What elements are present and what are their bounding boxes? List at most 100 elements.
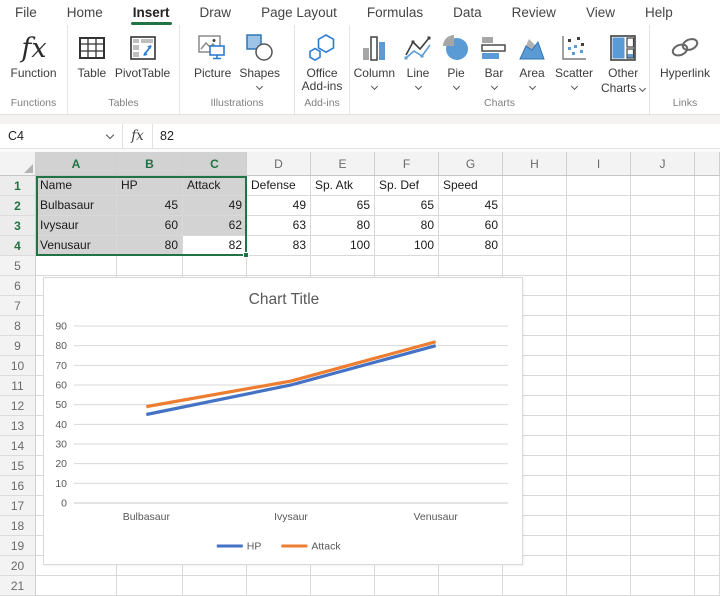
row-header-18[interactable]: 18	[0, 516, 36, 536]
cell-G3[interactable]: 60	[439, 216, 503, 236]
cell-J16[interactable]	[631, 476, 695, 496]
row-header-1[interactable]: 1	[0, 176, 36, 196]
cell-I4[interactable]	[567, 236, 631, 256]
cell-I8[interactable]	[567, 316, 631, 336]
row-header-15[interactable]: 15	[0, 456, 36, 476]
cell-K14[interactable]	[695, 436, 720, 456]
cell-I13[interactable]	[567, 416, 631, 436]
cell-D4[interactable]: 83	[247, 236, 311, 256]
tab-draw[interactable]: Draw	[185, 0, 247, 25]
cell-G2[interactable]: 45	[439, 196, 503, 216]
cell-I10[interactable]	[567, 356, 631, 376]
cell-J4[interactable]	[631, 236, 695, 256]
cell-A5[interactable]	[36, 256, 117, 276]
cell-C4[interactable]: 82	[183, 236, 247, 256]
cell-B1[interactable]: HP	[117, 176, 183, 196]
column-header-D[interactable]: D	[247, 152, 311, 176]
cell-F21[interactable]	[375, 576, 439, 596]
cell-H3[interactable]	[503, 216, 567, 236]
cell-I9[interactable]	[567, 336, 631, 356]
cell-I1[interactable]	[567, 176, 631, 196]
cell-D3[interactable]: 63	[247, 216, 311, 236]
cell-H1[interactable]	[503, 176, 567, 196]
cell-C2[interactable]: 49	[183, 196, 247, 216]
row-header-7[interactable]: 7	[0, 296, 36, 316]
cell-K7[interactable]	[695, 296, 720, 316]
embedded-chart[interactable]: Chart Title0102030405060708090BulbasaurI…	[43, 277, 523, 565]
row-header-4[interactable]: 4	[0, 236, 36, 256]
cell-K3[interactable]	[695, 216, 720, 236]
name-box-chevron-icon[interactable]	[106, 130, 114, 138]
row-header-8[interactable]: 8	[0, 316, 36, 336]
cell-I2[interactable]	[567, 196, 631, 216]
cell-K17[interactable]	[695, 496, 720, 516]
function-button[interactable]: fx Function	[6, 31, 60, 80]
cell-J19[interactable]	[631, 536, 695, 556]
formula-input[interactable]	[153, 124, 720, 148]
cell-I7[interactable]	[567, 296, 631, 316]
column-header-E[interactable]: E	[311, 152, 375, 176]
tab-data[interactable]: Data	[438, 0, 497, 25]
cell-J18[interactable]	[631, 516, 695, 536]
tab-page-layout[interactable]: Page Layout	[246, 0, 352, 25]
cell-I11[interactable]	[567, 376, 631, 396]
cell-G1[interactable]: Speed	[439, 176, 503, 196]
row-header-12[interactable]: 12	[0, 396, 36, 416]
cell-D21[interactable]	[247, 576, 311, 596]
cell-C21[interactable]	[183, 576, 247, 596]
cell-K4[interactable]	[695, 236, 720, 256]
cell-G4[interactable]: 80	[439, 236, 503, 256]
cell-K15[interactable]	[695, 456, 720, 476]
cell-K1[interactable]	[695, 176, 720, 196]
row-header-17[interactable]: 17	[0, 496, 36, 516]
cell-A4[interactable]: Venusaur	[36, 236, 117, 256]
cell-E5[interactable]	[311, 256, 375, 276]
cell-K20[interactable]	[695, 556, 720, 576]
bar-chart-button[interactable]: Bar	[475, 31, 513, 89]
table-button[interactable]: Table	[73, 31, 111, 80]
row-header-6[interactable]: 6	[0, 276, 36, 296]
scatter-chart-button[interactable]: Scatter	[551, 31, 597, 89]
cell-G5[interactable]	[439, 256, 503, 276]
cell-I3[interactable]	[567, 216, 631, 236]
row-header-13[interactable]: 13	[0, 416, 36, 436]
cell-I19[interactable]	[567, 536, 631, 556]
office-addins-button[interactable]: Office Add-ins	[291, 31, 353, 93]
row-header-16[interactable]: 16	[0, 476, 36, 496]
cell-K16[interactable]	[695, 476, 720, 496]
row-header-2[interactable]: 2	[0, 196, 36, 216]
cell-I17[interactable]	[567, 496, 631, 516]
cell-J15[interactable]	[631, 456, 695, 476]
name-box-input[interactable]	[0, 129, 90, 143]
cell-J8[interactable]	[631, 316, 695, 336]
cell-G21[interactable]	[439, 576, 503, 596]
cell-J6[interactable]	[631, 276, 695, 296]
column-header-I[interactable]: I	[567, 152, 631, 176]
row-header-21[interactable]: 21	[0, 576, 36, 596]
cell-I21[interactable]	[567, 576, 631, 596]
cell-K2[interactable]	[695, 196, 720, 216]
cell-K21[interactable]	[695, 576, 720, 596]
column-header-partial[interactable]	[695, 152, 720, 176]
cell-J12[interactable]	[631, 396, 695, 416]
cell-J1[interactable]	[631, 176, 695, 196]
cell-I5[interactable]	[567, 256, 631, 276]
cell-D5[interactable]	[247, 256, 311, 276]
insert-function-button[interactable]: fx	[123, 124, 153, 148]
cell-H5[interactable]	[503, 256, 567, 276]
cell-E2[interactable]: 65	[311, 196, 375, 216]
cell-K6[interactable]	[695, 276, 720, 296]
cell-K5[interactable]	[695, 256, 720, 276]
column-header-F[interactable]: F	[375, 152, 439, 176]
other-charts-button[interactable]: Other Charts	[597, 31, 649, 95]
cell-J13[interactable]	[631, 416, 695, 436]
cell-C5[interactable]	[183, 256, 247, 276]
shapes-button[interactable]: Shapes	[235, 31, 284, 89]
cell-I20[interactable]	[567, 556, 631, 576]
tab-review[interactable]: Review	[497, 0, 571, 25]
cell-B3[interactable]: 60	[117, 216, 183, 236]
row-header-20[interactable]: 20	[0, 556, 36, 576]
tab-insert[interactable]: Insert	[118, 0, 185, 25]
column-header-H[interactable]: H	[503, 152, 567, 176]
cell-K12[interactable]	[695, 396, 720, 416]
